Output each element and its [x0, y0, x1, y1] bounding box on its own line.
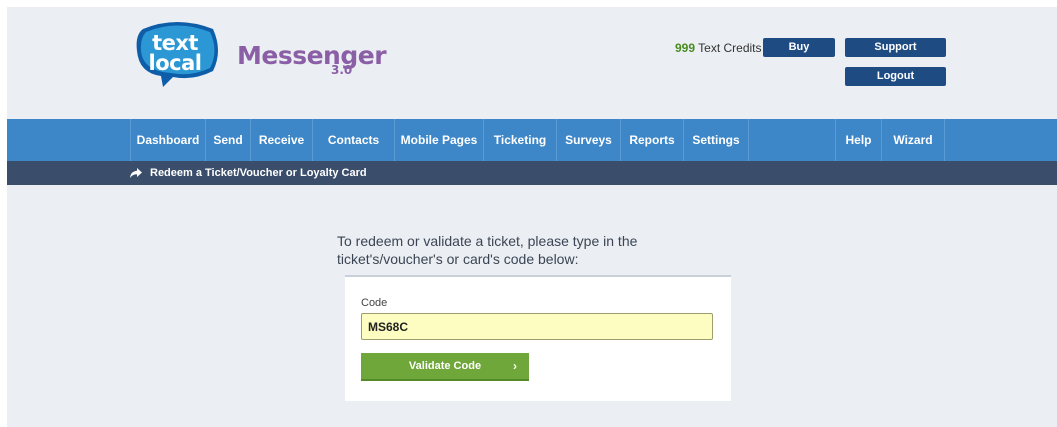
nav-wizard[interactable]: Wizard: [881, 119, 944, 161]
buy-button[interactable]: Buy: [763, 38, 835, 57]
redeem-instruction: To redeem or validate a ticket, please t…: [337, 233, 638, 267]
nav-reports[interactable]: Reports: [620, 119, 683, 161]
nav-ticketing[interactable]: Ticketing: [483, 119, 556, 161]
code-input[interactable]: [361, 313, 713, 340]
text-credits: 999 Text Credits: [675, 41, 762, 55]
product-name: Messenger: [237, 41, 387, 70]
breadcrumb-label: Redeem a Ticket/Voucher or Loyalty Card: [150, 167, 367, 179]
nav-receive[interactable]: Receive: [250, 119, 312, 161]
redeem-form-card: Code Validate Code ›: [345, 275, 731, 401]
logout-button[interactable]: Logout: [845, 67, 946, 86]
support-button[interactable]: Support: [845, 38, 946, 57]
nav-help[interactable]: Help: [835, 119, 881, 161]
nav-divider: [748, 119, 749, 161]
validate-code-label: Validate Code: [408, 360, 482, 372]
nav-send[interactable]: Send: [205, 119, 250, 161]
product-version: 3.0: [331, 63, 353, 77]
validate-code-button[interactable]: Validate Code ›: [361, 353, 529, 381]
nav-settings[interactable]: Settings: [683, 119, 748, 161]
credits-count: 999: [675, 41, 696, 55]
logo-text-line2: local: [148, 51, 202, 75]
share-arrow-icon: [130, 168, 142, 178]
app-frame: text local Messenger 3.0 999 Text Credit…: [7, 7, 1057, 427]
textlocal-logo[interactable]: text local: [133, 21, 221, 87]
nav-dashboard[interactable]: Dashboard: [130, 119, 205, 161]
credits-label: Text Credits: [695, 41, 762, 55]
main-navigation: Dashboard Send Receive Contacts Mobile P…: [7, 119, 1057, 161]
nav-divider: [944, 119, 945, 161]
nav-mobile-pages[interactable]: Mobile Pages: [394, 119, 483, 161]
chevron-right-icon: ›: [513, 359, 517, 373]
nav-contacts[interactable]: Contacts: [312, 119, 394, 161]
nav-surveys[interactable]: Surveys: [556, 119, 620, 161]
breadcrumb: Redeem a Ticket/Voucher or Loyalty Card: [7, 161, 1057, 185]
code-label: Code: [361, 297, 388, 309]
